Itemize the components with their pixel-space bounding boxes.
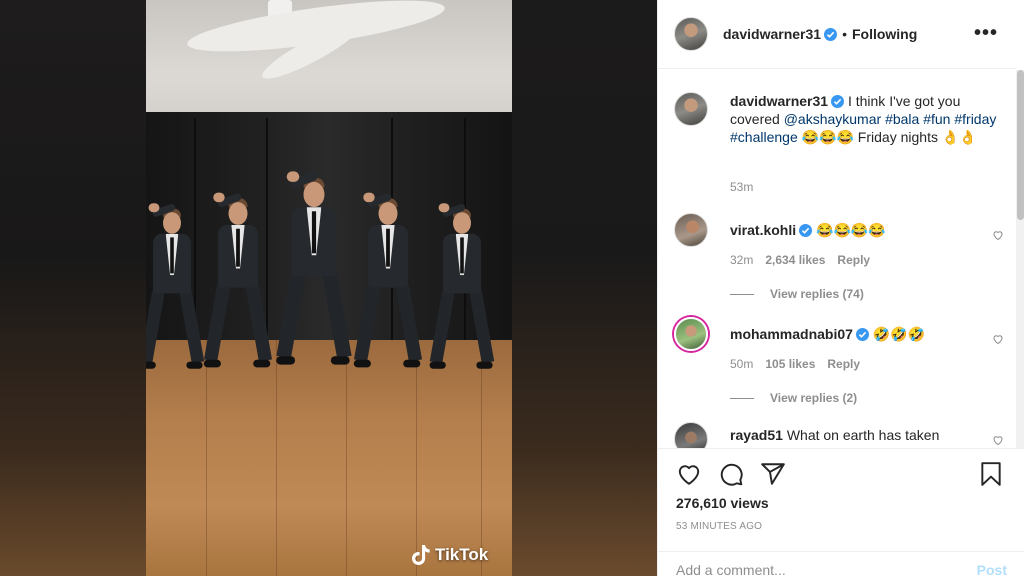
floor-board-line [346, 340, 347, 576]
comment-like-heart-icon[interactable] [992, 434, 1004, 446]
header-separator: • [842, 26, 847, 42]
comment-item: rayad51 What on earth has taken [674, 422, 1004, 448]
caption-username[interactable]: davidwarner31 [730, 93, 828, 109]
commenter-avatar[interactable] [674, 213, 708, 247]
author-username[interactable]: davidwarner31 [723, 26, 821, 42]
reply-button[interactable]: Reply [837, 253, 870, 267]
add-comment-input[interactable] [676, 562, 956, 576]
floor-board-line [276, 340, 277, 576]
more-options-icon[interactable]: ••• [974, 22, 998, 45]
dancer [353, 185, 422, 375]
commenter-username[interactable]: rayad51 [730, 427, 783, 443]
blurred-background-left [0, 0, 146, 576]
video-frame[interactable]: TikTok [146, 0, 512, 576]
verified-badge-icon [831, 95, 845, 108]
caption-text-end: 😂😂😂 Friday nights 👌👌 [801, 129, 977, 145]
comment-time[interactable]: 32m [730, 253, 753, 267]
verified-badge-icon [799, 224, 813, 237]
comment-icon[interactable] [718, 461, 744, 487]
bookmark-icon[interactable] [978, 461, 1004, 487]
comment-text: 🤣🤣🤣 [872, 326, 926, 342]
comment-time[interactable]: 50m [730, 357, 753, 371]
commenter-username[interactable]: mohammadnabi07 [730, 326, 853, 342]
comment-text: 😂😂😂😂 [816, 222, 886, 238]
dancer [276, 163, 352, 373]
replies-divider [730, 397, 754, 399]
hashtag-link[interactable]: #bala [885, 111, 919, 127]
caption-author-avatar[interactable] [674, 92, 708, 126]
views-count[interactable]: 276,610 views [676, 495, 769, 511]
post-caption: davidwarner31 I think I've got you cover… [674, 92, 1004, 146]
comment-like-heart-icon[interactable] [992, 333, 1004, 345]
post-header: davidwarner31 • Following ••• [658, 0, 1016, 69]
tiktok-watermark: TikTok [411, 544, 488, 566]
comments-list[interactable]: davidwarner31 I think I've got you cover… [658, 70, 1016, 448]
post-actions: 276,610 views 53 MINUTES AGO [658, 448, 1024, 548]
view-replies-label: View replies (74) [770, 287, 864, 301]
comment-like-heart-icon[interactable] [992, 229, 1004, 241]
dancer [146, 196, 205, 376]
post-side-panel: davidwarner31 • Following ••• davidwarne… [657, 0, 1024, 576]
caption-timestamp[interactable]: 53m [730, 180, 753, 194]
replies-divider [730, 293, 754, 295]
floor-board-line [206, 340, 207, 576]
following-button[interactable]: Following [852, 26, 917, 42]
blurred-background-right [512, 0, 657, 576]
post-media[interactable]: TikTok [0, 0, 657, 576]
reply-button[interactable]: Reply [827, 357, 860, 371]
tiktok-note-icon [412, 545, 430, 565]
heart-icon[interactable] [676, 461, 702, 487]
hashtag-link[interactable]: #fun [923, 111, 950, 127]
mention-link[interactable]: @akshaykumar [784, 111, 881, 127]
view-replies-button[interactable]: View replies (2) [730, 391, 1004, 405]
dancer [429, 196, 495, 376]
comment-text: What on earth has taken [786, 427, 940, 443]
add-comment-bar: Post [658, 551, 1024, 576]
post-timestamp[interactable]: 53 MINUTES AGO [676, 521, 762, 532]
tiktok-label: TikTok [435, 545, 489, 564]
scrollbar-thumb[interactable] [1017, 70, 1024, 220]
view-replies-button[interactable]: View replies (74) [730, 287, 1004, 301]
post-comment-button[interactable]: Post [977, 562, 1007, 576]
floor-board-line [416, 340, 417, 576]
comment-likes[interactable]: 105 likes [765, 357, 815, 371]
hashtag-link[interactable]: #challenge [730, 129, 798, 145]
commenter-avatar[interactable] [674, 422, 708, 448]
comment-item: virat.kohli 😂😂😂😂 32m 2,634 likes Reply V… [674, 213, 1004, 301]
verified-badge-icon [855, 328, 869, 341]
view-replies-label: View replies (2) [770, 391, 858, 405]
commenter-avatar[interactable] [674, 317, 708, 351]
comments-scrollbar[interactable] [1016, 70, 1024, 448]
commenter-username[interactable]: virat.kohli [730, 222, 796, 238]
comment-likes[interactable]: 2,634 likes [765, 253, 825, 267]
dancer [203, 185, 272, 375]
comment-item: mohammadnabi07 🤣🤣🤣 50m 105 likes Reply V… [674, 317, 1004, 405]
verified-badge-icon [824, 27, 838, 41]
hashtag-link[interactable]: #friday [954, 111, 996, 127]
share-icon[interactable] [760, 461, 786, 487]
author-avatar[interactable] [674, 17, 708, 51]
